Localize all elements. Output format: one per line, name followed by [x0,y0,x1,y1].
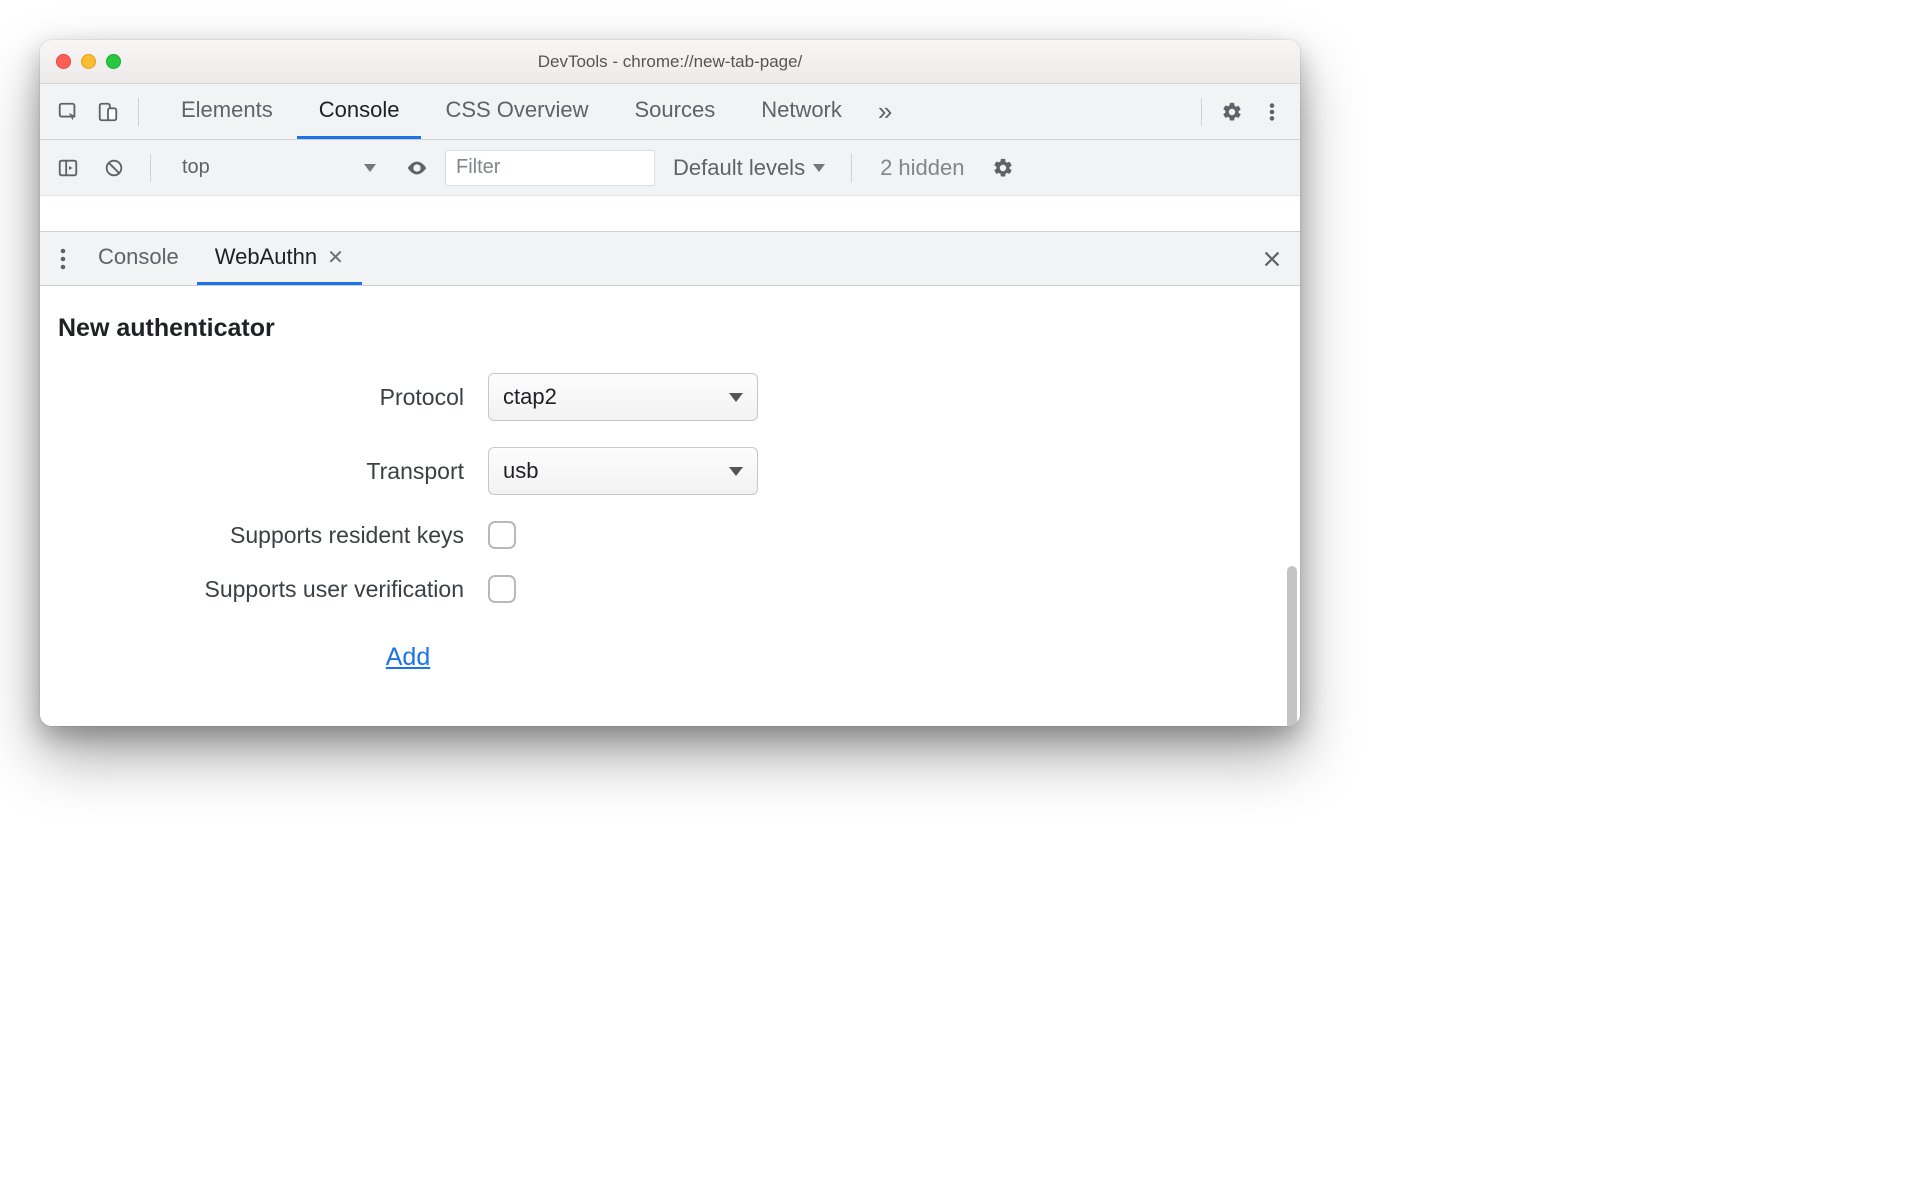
hidden-messages-count[interactable]: 2 hidden [870,155,974,181]
scrollbar-thumb[interactable] [1287,566,1297,726]
drawer-tab-label: WebAuthn [215,244,317,270]
drawer-kebab-menu-icon[interactable] [46,248,80,270]
drawer-tab-webauthn[interactable]: WebAuthn ✕ [197,232,362,285]
inspect-element-icon[interactable] [50,94,86,130]
tab-network[interactable]: Network [739,84,864,139]
log-levels-select[interactable]: Default levels [665,155,833,181]
user-verification-label: Supports user verification [58,576,488,603]
main-tabs: Elements Console CSS Overview Sources Ne… [159,84,864,139]
main-tabstrip: Elements Console CSS Overview Sources Ne… [40,84,1300,140]
divider [1201,98,1202,126]
titlebar: DevTools - chrome://new-tab-page/ [40,40,1300,84]
add-authenticator-button[interactable]: Add [386,643,430,672]
kebab-menu-icon[interactable] [1254,94,1290,130]
tab-sources[interactable]: Sources [612,84,737,139]
clear-console-icon[interactable] [96,150,132,186]
divider [851,154,852,182]
window-title: DevTools - chrome://new-tab-page/ [40,52,1300,72]
devtools-window: DevTools - chrome://new-tab-page/ Elemen… [40,40,1300,726]
close-tab-icon[interactable]: ✕ [327,245,344,270]
webauthn-panel: New authenticator Protocol ctap2 Transpo… [40,286,1300,726]
console-sidebar-toggle-icon[interactable] [50,150,86,186]
tab-css-overview[interactable]: CSS Overview [423,84,610,139]
resident-keys-label: Supports resident keys [58,522,488,549]
authenticator-form: Protocol ctap2 Transport usb Supports re… [58,373,1282,672]
tab-elements[interactable]: Elements [159,84,295,139]
console-settings-gear-icon[interactable] [985,150,1021,186]
chevron-down-icon [729,467,743,476]
transport-select[interactable]: usb [488,447,758,495]
divider [150,154,151,182]
chevron-down-icon [729,393,743,402]
drawer-close-icon[interactable] [1250,248,1294,270]
tab-console[interactable]: Console [297,84,422,139]
drawer-tabstrip: Console WebAuthn ✕ [40,232,1300,286]
live-expression-eye-icon[interactable] [399,150,435,186]
console-filter-input[interactable] [445,150,655,186]
execution-context-value: top [182,156,210,179]
console-toolbar: top Default levels 2 hidden [40,140,1300,196]
protocol-label: Protocol [58,384,488,411]
user-verification-checkbox[interactable] [488,575,516,603]
drawer-tab-console[interactable]: Console [80,232,197,285]
protocol-select[interactable]: ctap2 [488,373,758,421]
transport-value: usb [503,458,538,484]
log-levels-label: Default levels [673,155,805,181]
section-title: New authenticator [58,314,1282,343]
resident-keys-checkbox[interactable] [488,521,516,549]
device-toolbar-icon[interactable] [90,94,126,130]
execution-context-select[interactable]: top [169,150,389,186]
chevron-down-icon [813,164,825,172]
more-tabs-icon[interactable]: » [868,96,902,127]
console-output-area [40,196,1300,232]
divider [138,98,139,126]
chevron-down-icon [364,164,376,172]
drawer-tab-label: Console [98,244,179,270]
transport-label: Transport [58,458,488,485]
settings-gear-icon[interactable] [1214,94,1250,130]
protocol-value: ctap2 [503,384,557,410]
